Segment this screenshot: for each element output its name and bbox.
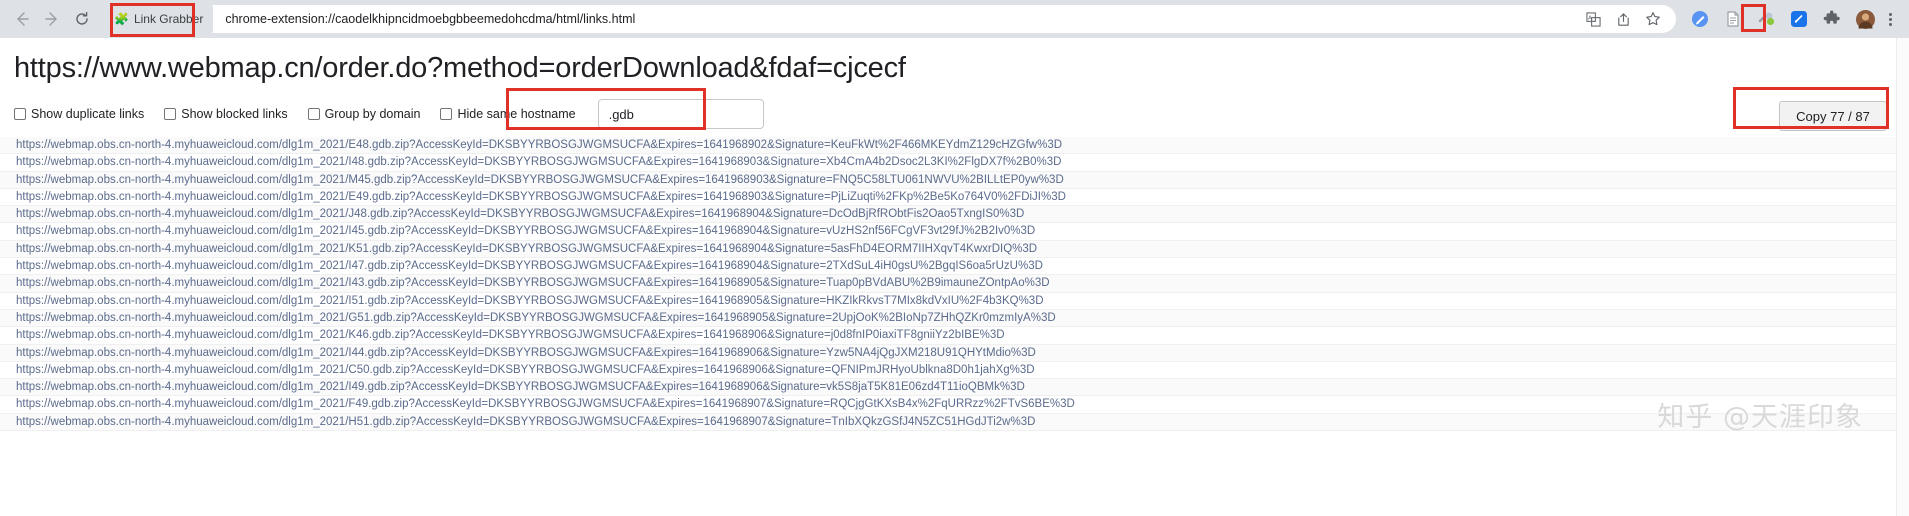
link-row[interactable]: https://webmap.obs.cn-north-4.myhuaweicl… bbox=[0, 396, 1909, 414]
extensions-puzzle-icon[interactable] bbox=[1820, 7, 1844, 31]
link-row[interactable]: https://webmap.obs.cn-north-4.myhuaweicl… bbox=[0, 275, 1909, 293]
reader-page-icon[interactable] bbox=[1721, 7, 1745, 31]
address-bar-url[interactable]: chrome-extension://caodelkhipncidmoebgbb… bbox=[213, 12, 1584, 26]
extension-origin-chip[interactable]: 🧩 Link Grabber bbox=[102, 5, 214, 33]
link-row[interactable]: https://webmap.obs.cn-north-4.myhuaweicl… bbox=[0, 413, 1909, 432]
link-url[interactable]: https://webmap.obs.cn-north-4.myhuaweicl… bbox=[16, 243, 1037, 255]
link-row[interactable]: https://webmap.obs.cn-north-4.myhuaweicl… bbox=[0, 240, 1909, 259]
checkbox-box-icon[interactable] bbox=[440, 108, 453, 120]
link-row[interactable]: https://webmap.obs.cn-north-4.myhuaweicl… bbox=[0, 327, 1909, 345]
three-dot-menu-icon[interactable] bbox=[1881, 12, 1899, 26]
forward-arrow-icon[interactable] bbox=[38, 5, 66, 33]
filter-checkbox-group: Show duplicate links Show blocked links … bbox=[14, 107, 576, 121]
reload-icon[interactable] bbox=[68, 5, 96, 33]
toolbar-extension-icons bbox=[1682, 7, 1877, 31]
profile-avatar-icon[interactable] bbox=[1853, 7, 1877, 31]
checkbox-box-icon[interactable] bbox=[164, 108, 177, 120]
checkbox-show-blocked-links[interactable]: Show blocked links bbox=[164, 107, 288, 121]
copy-links-button[interactable]: Copy 77 / 87 bbox=[1779, 101, 1887, 131]
checkbox-box-icon[interactable] bbox=[14, 108, 26, 120]
link-row[interactable]: https://webmap.obs.cn-north-4.myhuaweicl… bbox=[0, 292, 1909, 310]
link-row[interactable]: https://webmap.obs.cn-north-4.myhuaweicl… bbox=[0, 223, 1909, 241]
checkbox-label: Show blocked links bbox=[181, 107, 288, 121]
link-url[interactable]: https://webmap.obs.cn-north-4.myhuaweicl… bbox=[16, 416, 1035, 428]
link-row[interactable]: https://webmap.obs.cn-north-4.myhuaweicl… bbox=[0, 206, 1909, 224]
link-row[interactable]: https://webmap.obs.cn-north-4.myhuaweicl… bbox=[0, 379, 1909, 397]
page-title: https://www.webmap.cn/order.do?method=or… bbox=[14, 52, 906, 84]
link-url[interactable]: https://webmap.obs.cn-north-4.myhuaweicl… bbox=[16, 329, 1005, 341]
link-url[interactable]: https://webmap.obs.cn-north-4.myhuaweicl… bbox=[16, 364, 1035, 376]
checkbox-label: Group by domain bbox=[324, 107, 421, 121]
link-url[interactable]: https://webmap.obs.cn-north-4.myhuaweicl… bbox=[16, 398, 1075, 410]
controls-row: Show duplicate links Show blocked links … bbox=[0, 85, 1909, 131]
link-url[interactable]: https://webmap.obs.cn-north-4.myhuaweicl… bbox=[16, 191, 1066, 203]
link-url[interactable]: https://webmap.obs.cn-north-4.myhuaweicl… bbox=[16, 295, 1044, 307]
link-url[interactable]: https://webmap.obs.cn-north-4.myhuaweicl… bbox=[16, 174, 1064, 186]
checkbox-hide-same-hostname[interactable]: Hide same hostname bbox=[440, 107, 576, 121]
link-url[interactable]: https://webmap.obs.cn-north-4.myhuaweicl… bbox=[16, 156, 1061, 168]
link-row[interactable]: https://webmap.obs.cn-north-4.myhuaweicl… bbox=[0, 258, 1909, 276]
link-row[interactable]: https://webmap.obs.cn-north-4.myhuaweicl… bbox=[0, 171, 1909, 189]
link-url[interactable]: https://webmap.obs.cn-north-4.myhuaweicl… bbox=[16, 260, 1043, 272]
translate-icon[interactable]: A bbox=[1584, 10, 1602, 28]
extension-page: https://www.webmap.cn/order.do?method=or… bbox=[0, 38, 1909, 516]
link-row[interactable]: https://webmap.obs.cn-north-4.myhuaweicl… bbox=[0, 188, 1909, 207]
link-row[interactable]: https://webmap.obs.cn-north-4.myhuaweicl… bbox=[0, 137, 1909, 155]
svg-text:A: A bbox=[1588, 15, 1592, 21]
link-row[interactable]: https://webmap.obs.cn-north-4.myhuaweicl… bbox=[0, 361, 1909, 380]
link-row[interactable]: https://webmap.obs.cn-north-4.myhuaweicl… bbox=[0, 154, 1909, 172]
link-url[interactable]: https://webmap.obs.cn-north-4.myhuaweicl… bbox=[16, 277, 1050, 289]
link-url[interactable]: https://webmap.obs.cn-north-4.myhuaweicl… bbox=[16, 312, 1056, 324]
page-scrollbar[interactable] bbox=[1896, 38, 1909, 516]
pocket-blue-icon[interactable] bbox=[1787, 7, 1811, 31]
link-url[interactable]: https://webmap.obs.cn-north-4.myhuaweicl… bbox=[16, 208, 1024, 220]
omnibox[interactable]: 🧩 Link Grabber chrome-extension://caodel… bbox=[102, 5, 1676, 33]
link-url[interactable]: https://webmap.obs.cn-north-4.myhuaweicl… bbox=[16, 225, 1035, 237]
link-row[interactable]: https://webmap.obs.cn-north-4.myhuaweicl… bbox=[0, 344, 1909, 362]
pen-badge-icon[interactable] bbox=[1688, 7, 1712, 31]
link-list: https://webmap.obs.cn-north-4.myhuaweicl… bbox=[0, 137, 1909, 432]
filter-search-input[interactable] bbox=[597, 99, 764, 129]
navigation-buttons bbox=[8, 5, 96, 33]
back-arrow-icon[interactable] bbox=[8, 5, 36, 33]
bookmark-star-icon[interactable] bbox=[1644, 10, 1662, 28]
link-url[interactable]: https://webmap.obs.cn-north-4.myhuaweicl… bbox=[16, 347, 1036, 359]
checkbox-label: Hide same hostname bbox=[457, 107, 576, 121]
link-url[interactable]: https://webmap.obs.cn-north-4.myhuaweicl… bbox=[16, 381, 1025, 393]
checkbox-group-by-domain[interactable]: Group by domain bbox=[307, 107, 421, 121]
link-url[interactable]: https://webmap.obs.cn-north-4.myhuaweicl… bbox=[16, 139, 1062, 151]
omnibox-actions: A bbox=[1584, 10, 1674, 28]
checkbox-show-duplicate-links[interactable]: Show duplicate links bbox=[14, 107, 144, 121]
checkbox-box-icon[interactable] bbox=[307, 108, 320, 120]
puzzle-piece-icon: 🧩 bbox=[114, 12, 129, 26]
link-row[interactable]: https://webmap.obs.cn-north-4.myhuaweicl… bbox=[0, 309, 1909, 328]
share-icon[interactable] bbox=[1614, 10, 1632, 28]
checkbox-label: Show duplicate links bbox=[31, 107, 145, 121]
browser-toolbar: 🧩 Link Grabber chrome-extension://caodel… bbox=[0, 0, 1909, 38]
link-grabber-icon[interactable] bbox=[1754, 7, 1778, 31]
extension-chip-label: Link Grabber bbox=[133, 12, 204, 26]
